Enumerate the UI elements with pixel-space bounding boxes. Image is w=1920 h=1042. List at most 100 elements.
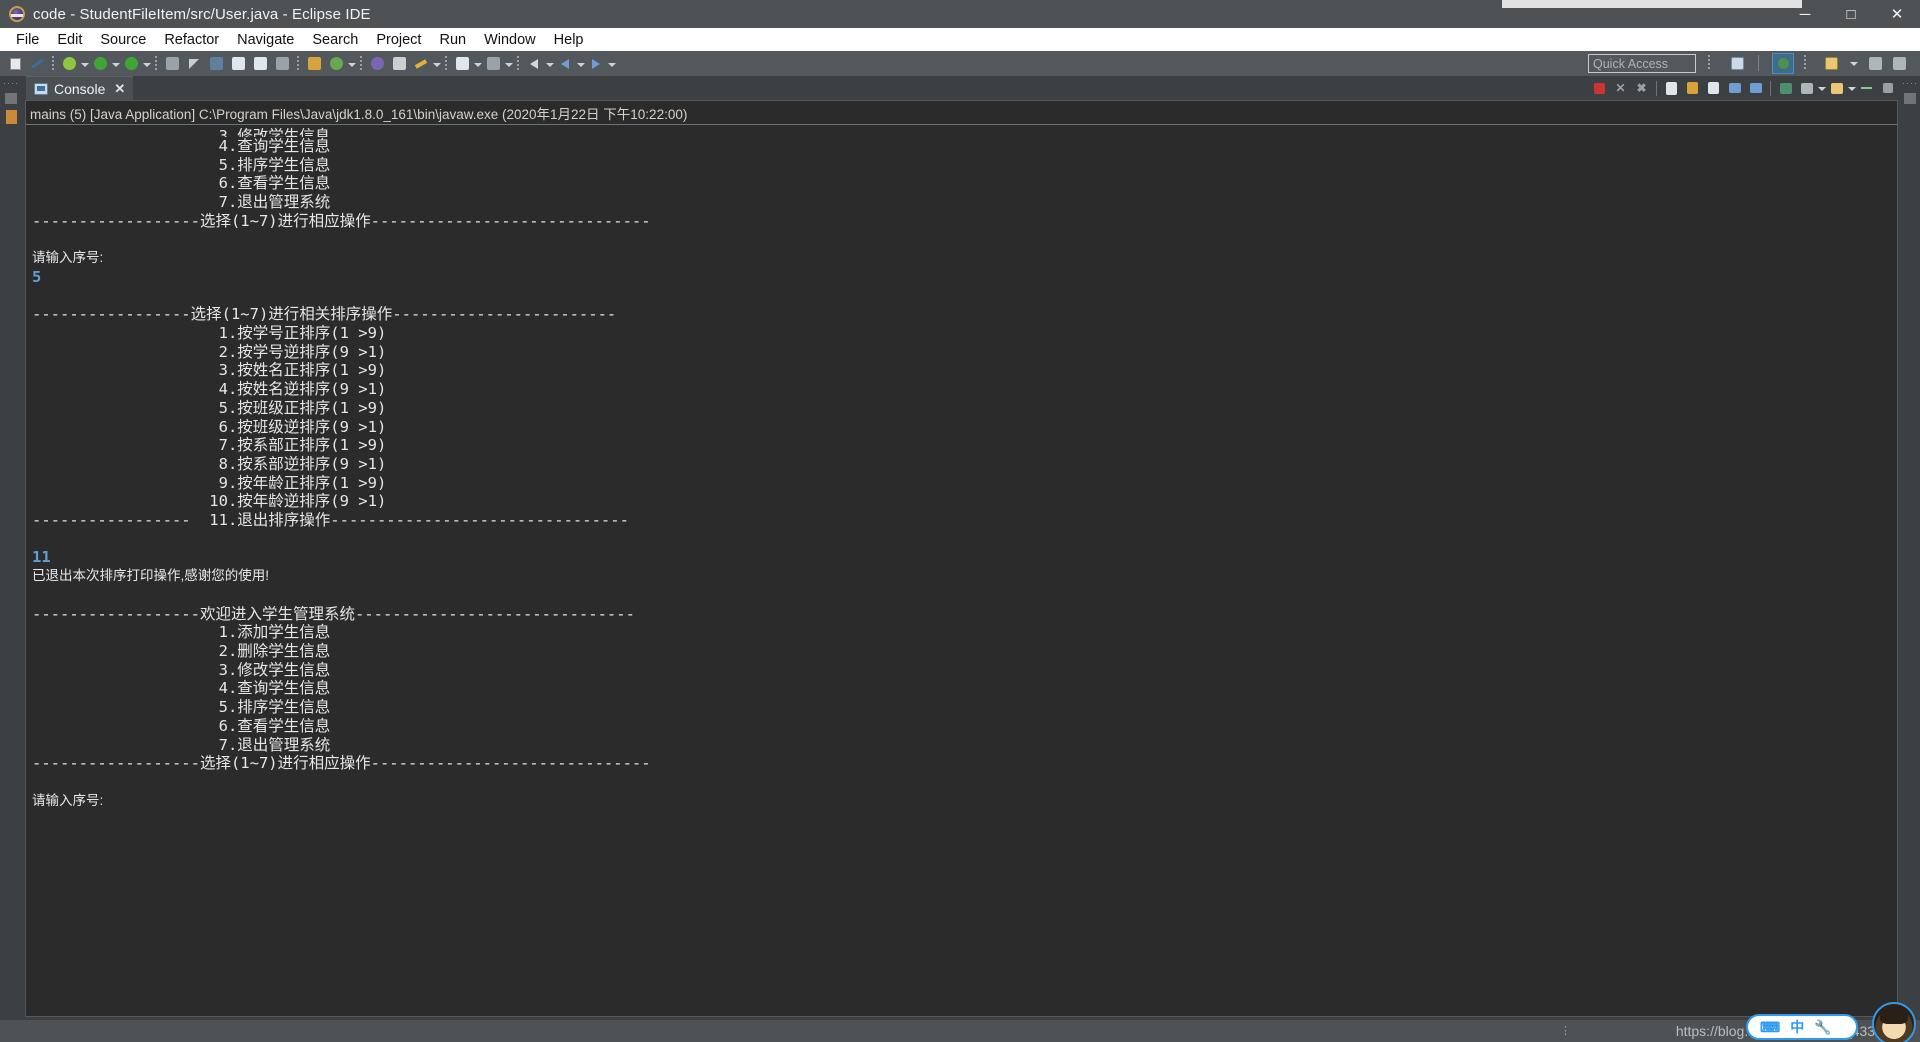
pin-console-icon[interactable] [1725,79,1744,98]
prev-annotation-dropdown-icon[interactable] [545,54,554,74]
new-console-dropdown-icon[interactable] [1847,78,1856,98]
external-tools-icon[interactable] [206,54,226,74]
pen-icon[interactable] [27,54,47,74]
forward-icon[interactable] [586,54,606,74]
console-line: ------------------选择(1~7)进行相应操作---------… [32,211,651,230]
coverage-icon[interactable] [162,54,182,74]
minimize-button[interactable]: ─ [1782,0,1828,28]
debug-icon[interactable] [59,54,79,74]
new-console-view-icon[interactable] [1827,79,1846,98]
maximize-view-icon[interactable] [1878,79,1897,98]
restore-view-icon[interactable] [5,93,17,104]
display-selected-console-icon[interactable] [1776,79,1795,98]
close-console-icon[interactable] [1746,79,1765,98]
ime-mode-label[interactable]: 中 [1790,1020,1804,1034]
console-output-body[interactable]: mains (5) [Java Application] C:\Program … [25,100,1898,1017]
forward-dropdown-icon[interactable] [607,54,616,74]
right-rail-grip-icon[interactable]: ···· [1900,79,1920,88]
properties-icon[interactable] [483,54,503,74]
properties-dropdown-icon[interactable] [504,54,513,74]
toolbar-separator-3 [297,55,299,72]
menu-run[interactable]: Run [430,30,475,50]
left-rail: ···· [0,76,22,1020]
wrench-icon[interactable]: 🔧 [1814,1020,1831,1034]
run-icon[interactable] [90,54,110,74]
menu-project[interactable]: Project [367,30,430,50]
ime-indicator[interactable]: ⌨ 中 🔧 [1746,1014,1858,1040]
remove-all-launches-icon[interactable]: ✖ [1632,79,1651,98]
rail-grip-icon[interactable]: ···· [0,79,22,88]
status-grip-icon[interactable]: ⋮ [1560,1025,1571,1036]
scroll-lock-icon[interactable] [1683,79,1702,98]
right-rail: ···· [1900,76,1920,1020]
menu-refactor[interactable]: Refactor [155,30,228,50]
tab-console[interactable]: Console ✕ [26,76,134,100]
menu-edit[interactable]: Edit [48,30,91,50]
terminal-icon[interactable] [367,54,387,74]
new-class-icon[interactable] [326,54,346,74]
outline-view-icon[interactable] [1904,93,1916,104]
run-last-dropdown-icon[interactable] [142,54,151,74]
console-launch-line: mains (5) [Java Application] C:\Program … [30,107,688,122]
menu-help[interactable]: Help [545,30,593,50]
quick-access-input[interactable]: Quick Access [1588,54,1696,73]
menu-search[interactable]: Search [303,30,367,50]
clear-console-icon[interactable] [1662,79,1681,98]
run-dropdown-icon[interactable] [111,54,120,74]
tab-close-icon[interactable]: ✕ [114,81,125,97]
main-toolbar: Quick Access [0,51,1920,76]
console-line: 请输入序号: [32,250,104,266]
new-window-dropdown-icon[interactable] [1849,53,1858,73]
ruler-icon[interactable] [184,54,204,74]
highlight-icon[interactable] [411,54,431,74]
lamp-icon[interactable] [389,54,409,74]
prev-annotation-icon[interactable] [524,54,544,74]
console-line: 7.退出管理系统 [32,735,331,754]
run-last-icon[interactable] [121,54,141,74]
open-task-icon[interactable] [250,54,270,74]
quick-access-placeholder: Quick Access [1593,56,1669,71]
toolbar-separator-6 [517,55,519,72]
console-line: 2.删除学生信息 [32,641,331,660]
build-icon[interactable] [452,54,472,74]
close-button[interactable]: ✕ [1874,0,1920,28]
console-line: 请输入序号: [32,792,104,808]
open-console-icon[interactable] [1797,79,1816,98]
search-icon[interactable] [272,54,292,74]
console-line: 5.按班级正排序(1 >9) [32,398,387,417]
java-perspective-button[interactable] [1772,53,1794,74]
console-line: 6.按班级逆排序(9 >1) [32,417,387,436]
menu-window[interactable]: Window [475,30,545,50]
back-icon[interactable] [555,54,575,74]
menu-navigate[interactable]: Navigate [228,30,303,50]
new-wizard-icon[interactable] [5,54,25,74]
console-toolbar: ✕ ✖ [1589,77,1898,99]
console-line: -----------------选择(1~7)进行相关排序操作--------… [32,305,617,324]
open-perspective-icon[interactable] [1727,53,1747,73]
maximize-button[interactable]: □ [1828,0,1874,28]
remove-launch-icon[interactable]: ✕ [1611,79,1630,98]
terminate-icon[interactable] [1590,79,1609,98]
save-all-icon[interactable] [1889,53,1909,73]
console-output-text[interactable]: 3.修改学生信息 4.查询学生信息 5.排序学生信息 6.查看学生信息 7.退出… [26,125,1897,810]
new-java-package-icon[interactable] [304,54,324,74]
open-console-dropdown-icon[interactable] [1817,78,1826,98]
menu-source[interactable]: Source [91,30,155,50]
open-type-icon[interactable] [228,54,248,74]
back-dropdown-icon[interactable] [576,54,585,74]
word-wrap-icon[interactable] [1704,79,1723,98]
menu-file[interactable]: File [7,30,48,50]
new-window-icon[interactable] [1821,53,1841,73]
new-class-dropdown-icon[interactable] [347,54,356,74]
package-explorer-icon[interactable] [5,110,17,124]
console-line: 2.按学号逆排序(9 >1) [32,342,387,361]
minimize-view-icon[interactable] [1857,79,1876,98]
console-line: 3.按姓名正排序(1 >9) [32,361,387,380]
debug-dropdown-icon[interactable] [80,54,89,74]
build-dropdown-icon[interactable] [473,54,482,74]
highlight-dropdown-icon[interactable] [432,54,441,74]
save-icon[interactable] [1865,53,1885,73]
keyboard-icon[interactable]: ⌨ [1760,1020,1780,1034]
